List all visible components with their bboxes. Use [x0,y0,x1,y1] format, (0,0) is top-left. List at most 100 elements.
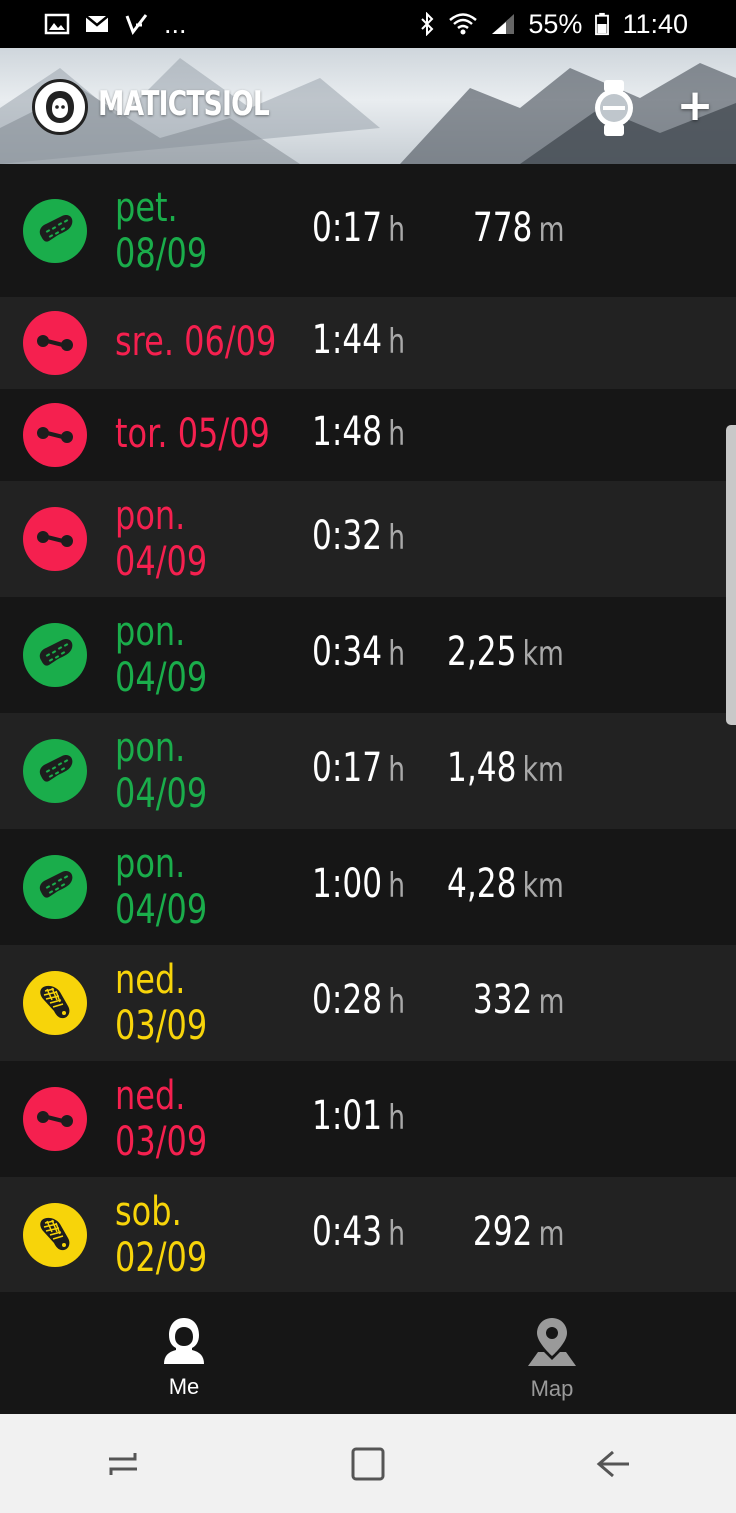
distance-value: 778 [472,204,532,251]
duration-value: 1:44 [312,317,383,363]
activity-duration: 1:00 h [312,861,405,907]
distance-unit: m [538,982,564,1022]
activity-date: tor. 05/09 [115,411,270,457]
activity-duration: 0:28 h [312,977,405,1023]
distance-value: 1,48 [447,745,517,791]
duration-unit: h [388,866,406,906]
activity-distance: 1,48 km [447,745,564,791]
activity-row[interactable]: pon. 04/09 0:32 h [0,481,736,597]
activity-row[interactable]: pon. 04/09 0:34 h 2,25 km [0,597,736,713]
duration-value: 1:01 [312,1093,383,1139]
home-icon[interactable] [338,1434,398,1494]
tab-map-label: Map [530,1376,574,1401]
distance-unit: km [522,866,564,906]
duration-value: 1:00 [312,861,383,907]
hiking-icon [23,198,87,263]
add-button[interactable]: + [672,78,718,138]
tab-me[interactable]: Me [0,1292,368,1414]
duration-unit: h [388,982,406,1022]
distance-value: 332 [472,977,532,1023]
distance-value: 292 [472,1208,532,1255]
distance-unit: m [538,209,564,250]
profile-header: MATICTSIOL + [0,48,736,164]
status-overflow: ... [164,8,187,39]
distance-unit: m [538,1213,564,1254]
activity-date: ned. 03/09 [115,1073,208,1165]
gym-icon [23,1087,87,1151]
check-icon [125,14,148,36]
duration-unit: h [388,750,406,790]
clock: 11:40 [622,8,688,39]
duration-value: 0:17 [312,204,383,251]
activity-distance: 332 m [472,977,564,1023]
duration-unit: h [388,414,406,454]
duration-value: 1:48 [312,409,383,455]
person-icon [164,1318,204,1364]
avatar-icon[interactable] [32,79,88,135]
duration-value: 0:34 [312,629,383,675]
activity-date: pon. 04/09 [115,725,208,817]
back-icon[interactable] [583,1434,643,1494]
duration-value: 0:32 [312,513,383,559]
image-icon [44,13,70,35]
activity-distance: 778 m [472,205,564,251]
activity-row[interactable]: pet. 08/09 0:17 h 778 m [0,164,736,297]
gmail-icon [85,15,109,32]
activity-date: sob. 02/09 [115,1188,208,1281]
activity-date: sre. 06/09 [115,319,277,365]
hiking-icon [23,623,87,687]
activity-row[interactable]: ned. 03/09 0:28 h 332 m [0,945,736,1061]
hiking-icon [23,855,87,919]
duration-unit: h [388,209,406,250]
scrollbar[interactable] [726,425,736,725]
distance-value: 4,28 [447,861,517,907]
hiking-icon [23,739,87,803]
gym-icon [23,311,87,375]
username[interactable]: MATICTSIOL [98,84,270,124]
activity-duration: 1:48 h [312,409,405,455]
activity-row[interactable]: ned. 03/09 1:01 h [0,1061,736,1177]
gym-icon [23,507,87,571]
activity-distance: 4,28 km [447,861,564,907]
activity-row[interactable]: pon. 04/09 1:00 h 4,28 km [0,829,736,945]
distance-unit: km [522,634,564,674]
activity-row[interactable]: sob. 02/09 0:43 h 292 m [0,1177,736,1292]
duration-unit: h [388,634,406,674]
tab-map[interactable]: Map [368,1292,736,1414]
duration-unit: h [388,322,406,362]
duration-value: 0:28 [312,977,383,1023]
wifi-icon [449,13,478,35]
activity-distance: 2,25 km [447,629,564,675]
activity-date: ned. 03/09 [115,957,208,1049]
activity-duration: 0:17 h [312,204,405,251]
activity-row[interactable]: tor. 05/09 1:48 h [0,389,736,481]
duration-unit: h [388,1213,406,1254]
activity-duration: 1:01 h [312,1093,405,1139]
duration-unit: h [388,1098,406,1138]
activity-row[interactable]: sre. 06/09 1:44 h [0,297,736,389]
recents-icon[interactable] [93,1434,153,1494]
bluetooth-icon [421,12,434,36]
running-icon [23,1202,87,1267]
activity-date: pon. 04/09 [115,841,208,933]
activity-duration: 0:17 h [312,745,405,791]
activity-distance: 292 m [472,1209,564,1255]
activity-date: pet. 08/09 [115,184,208,277]
activity-list[interactable]: pet. 08/09 0:17 h 778 m sre. 06/09 1:44 h tor. 0… [0,164,736,1292]
duration-unit: h [388,518,406,558]
status-bar: ... 55% 11:40 [0,0,736,48]
running-icon [23,971,87,1035]
activity-duration: 1:44 h [312,317,405,363]
battery-percent: 55% [528,8,583,39]
watch-icon[interactable] [589,78,639,138]
signal-icon [492,14,515,34]
activity-duration: 0:34 h [312,629,405,675]
activity-date: pon. 04/09 [115,609,208,701]
duration-value: 0:43 [312,1208,383,1255]
map-pin-icon [528,1318,576,1366]
activity-duration: 0:32 h [312,513,405,559]
duration-value: 0:17 [312,745,383,791]
distance-unit: km [522,750,564,790]
bottom-tab-bar: Me Map [0,1292,736,1414]
activity-row[interactable]: pon. 04/09 0:17 h 1,48 km [0,713,736,829]
